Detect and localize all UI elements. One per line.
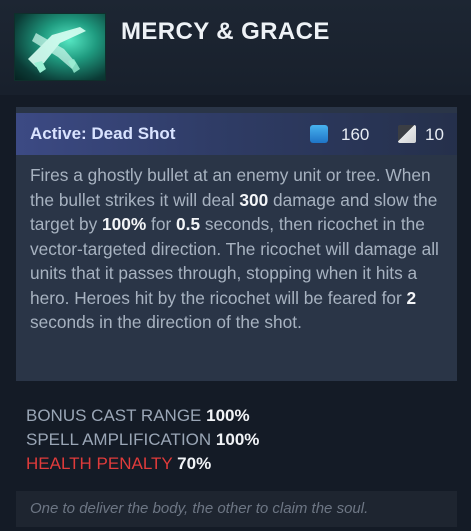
damage-value: 300 (239, 189, 269, 210)
slow-duration-value: 0.5 (176, 214, 201, 234)
slow-value: 100% (102, 214, 147, 234)
ability-header: Active: Dead Shot 160 10 (16, 113, 457, 155)
lore-text-box: One to deliver the body, the other to cl… (16, 491, 457, 527)
health-penalty-row: HEALTH PENALTY 70% (26, 454, 212, 473)
dual-pistols-icon (14, 13, 106, 81)
attribute-row: SPELL AMPLIFICATION 100% (26, 430, 260, 449)
cooldown-icon (398, 125, 416, 143)
item-title: MERCY & GRACE (121, 18, 330, 45)
ability-card: Active: Dead Shot 160 10 Fires a ghostly… (16, 107, 457, 381)
ability-name: Active: Dead Shot (30, 124, 176, 143)
fear-duration-value: 2 (406, 287, 417, 308)
item-attributes: BONUS CAST RANGE 100% SPELL AMPLIFICATIO… (26, 404, 259, 476)
mana-icon (310, 125, 328, 143)
attribute-row: BONUS CAST RANGE 100% (26, 406, 250, 425)
cooldown-value: 10 (425, 125, 444, 144)
lore-text: One to deliver the body, the other to cl… (30, 500, 369, 517)
item-header: MERCY & GRACE (0, 0, 471, 95)
mana-cost: 160 (341, 125, 370, 144)
ability-description: Fires a ghostly bullet at an enemy unit … (30, 165, 439, 332)
